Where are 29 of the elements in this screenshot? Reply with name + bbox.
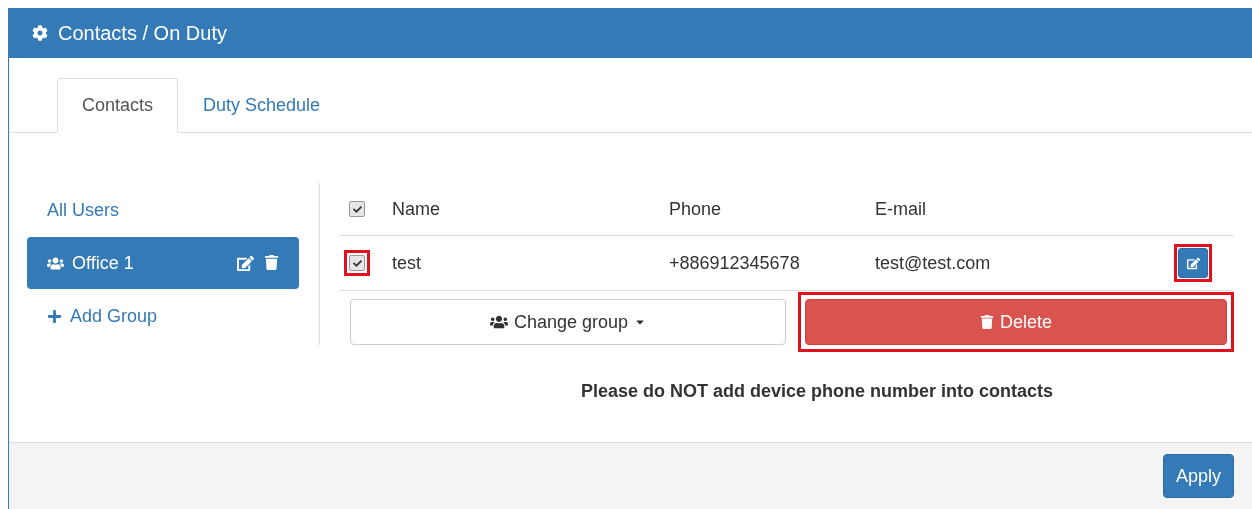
checkmark-icon	[352, 258, 362, 268]
sidebar-label: Office 1	[72, 252, 134, 274]
notice-text: Please do NOT add device phone number into contacts	[579, 381, 1055, 402]
add-group-link[interactable]: Add Group	[27, 289, 299, 343]
sidebar-link[interactable]: All Users	[27, 183, 299, 237]
tab[interactable]: Contacts	[57, 78, 179, 133]
table-cell-text: test	[392, 252, 422, 274]
users-icon	[489, 313, 508, 331]
trash-icon[interactable]	[264, 254, 279, 270]
checkbox[interactable]	[349, 255, 365, 271]
column-header: Phone	[669, 198, 723, 220]
apply-button[interactable]: Apply	[1162, 454, 1234, 498]
edit-icon	[1186, 256, 1200, 270]
edit-icon[interactable]	[237, 254, 254, 272]
column-header: E-mail	[875, 198, 927, 220]
change-group-button[interactable]: Change group	[350, 299, 786, 345]
table-cell-text: +886912345678	[669, 252, 801, 274]
checkmark-icon	[352, 204, 362, 214]
table-cell-text: test@test.com	[875, 252, 992, 274]
settings-icon	[32, 25, 48, 41]
delete-button[interactable]: Delete	[805, 299, 1227, 345]
panel-title: Contacts / On Duty	[58, 21, 227, 45]
sidebar-label: Add Group	[70, 305, 158, 327]
plus-icon	[47, 308, 62, 324]
group-item[interactable]: Office 1	[27, 237, 299, 289]
trash-icon	[980, 315, 994, 329]
checkbox[interactable]	[349, 201, 365, 217]
column-header: Name	[392, 198, 441, 220]
sidebar-label: All Users	[47, 199, 119, 221]
